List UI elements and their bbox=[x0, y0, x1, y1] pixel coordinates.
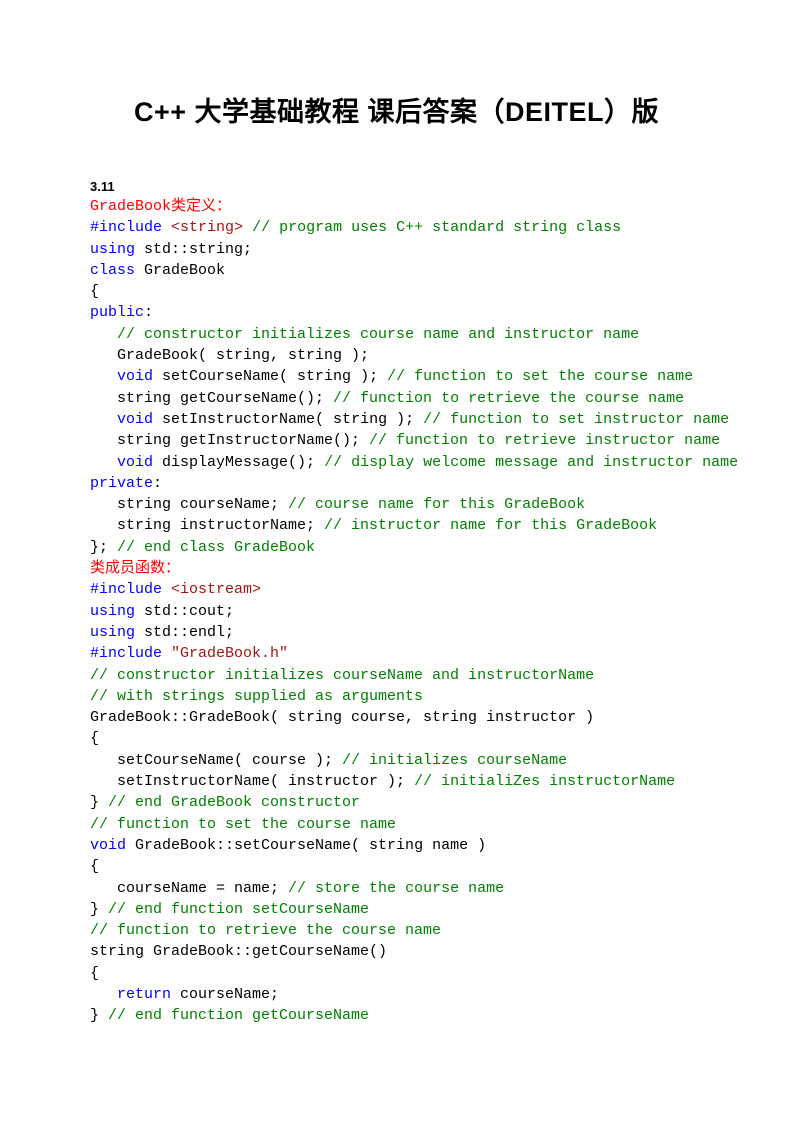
code-line: { bbox=[90, 963, 703, 984]
code-listing: GradeBook类定义：#include <string> // progra… bbox=[90, 196, 703, 1027]
code-line: } // end GradeBook constructor bbox=[90, 792, 703, 813]
code-line: }; // end class GradeBook bbox=[90, 537, 703, 558]
code-line: using std::cout; bbox=[90, 601, 703, 622]
code-line: GradeBook类定义： bbox=[90, 196, 703, 217]
code-line: void setInstructorName( string ); // fun… bbox=[90, 409, 703, 430]
code-line: public: bbox=[90, 302, 703, 323]
code-line: string GradeBook::getCourseName() bbox=[90, 941, 703, 962]
code-line: } // end function getCourseName bbox=[90, 1005, 703, 1026]
code-line: GradeBook( string, string ); bbox=[90, 345, 703, 366]
code-line: { bbox=[90, 856, 703, 877]
section-number: 3.11 bbox=[90, 179, 703, 194]
code-line: { bbox=[90, 281, 703, 302]
code-line: void GradeBook::setCourseName( string na… bbox=[90, 835, 703, 856]
code-line: void setCourseName( string ); // functio… bbox=[90, 366, 703, 387]
code-line: #include <iostream> bbox=[90, 579, 703, 600]
code-line: void displayMessage(); // display welcom… bbox=[90, 452, 703, 473]
code-line: setCourseName( course ); // initializes … bbox=[90, 750, 703, 771]
code-line: // constructor initializes courseName an… bbox=[90, 665, 703, 686]
code-line: string getInstructorName(); // function … bbox=[90, 430, 703, 451]
code-line: return courseName; bbox=[90, 984, 703, 1005]
page-title: C++ 大学基础教程 课后答案（DEITEL）版 bbox=[90, 90, 703, 129]
code-line: setInstructorName( instructor ); // init… bbox=[90, 771, 703, 792]
code-line: using std::endl; bbox=[90, 622, 703, 643]
code-line: string instructorName; // instructor nam… bbox=[90, 515, 703, 536]
code-line: } // end function setCourseName bbox=[90, 899, 703, 920]
code-line: // function to set the course name bbox=[90, 814, 703, 835]
code-line: 类成员函数： bbox=[90, 558, 703, 579]
code-line: using std::string; bbox=[90, 239, 703, 260]
code-line: #include <string> // program uses C++ st… bbox=[90, 217, 703, 238]
code-line: class GradeBook bbox=[90, 260, 703, 281]
code-line: #include "GradeBook.h" bbox=[90, 643, 703, 664]
code-line: string getCourseName(); // function to r… bbox=[90, 388, 703, 409]
code-line: // with strings supplied as arguments bbox=[90, 686, 703, 707]
code-line: // function to retrieve the course name bbox=[90, 920, 703, 941]
code-line: private: bbox=[90, 473, 703, 494]
code-line: { bbox=[90, 728, 703, 749]
code-line: courseName = name; // store the course n… bbox=[90, 878, 703, 899]
code-line: GradeBook::GradeBook( string course, str… bbox=[90, 707, 703, 728]
code-line: string courseName; // course name for th… bbox=[90, 494, 703, 515]
code-line: // constructor initializes course name a… bbox=[90, 324, 703, 345]
